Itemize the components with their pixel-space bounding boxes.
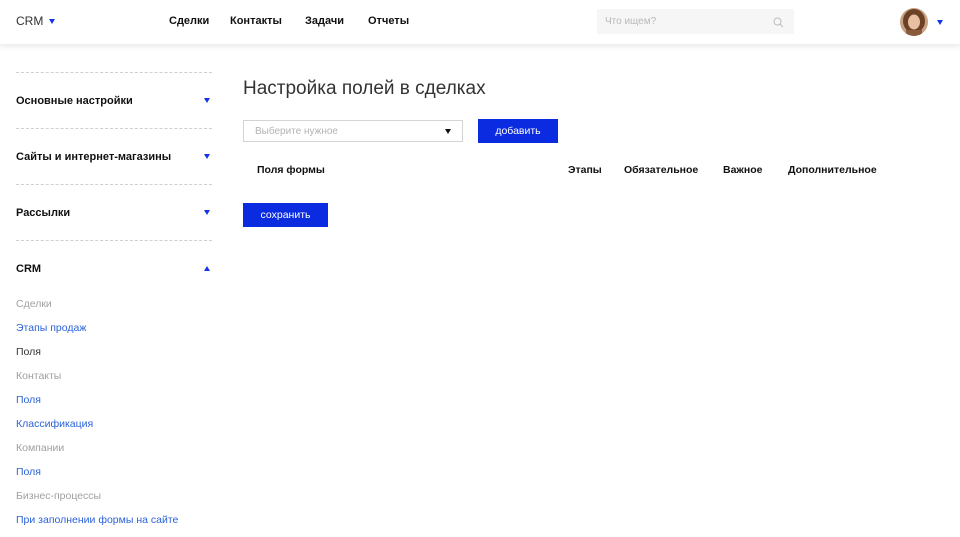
field-select[interactable]: Выберите нужное — [243, 120, 463, 142]
chevron-down-icon[interactable] — [937, 20, 943, 25]
sidebar-item-classification[interactable]: Классификация — [16, 412, 212, 436]
chevron-down-icon — [204, 154, 210, 159]
sidebar-item-contact-fields[interactable]: Поля — [16, 388, 212, 412]
sidebar-group-deals: Сделки — [16, 298, 52, 310]
chevron-down-icon — [49, 18, 56, 24]
sidebar-section-crm[interactable]: CRM — [16, 241, 212, 296]
sidebar-item-company-fields[interactable]: Поля — [16, 460, 212, 484]
column-header-important: Важное — [723, 164, 763, 176]
column-header-required: Обязательное — [624, 164, 699, 176]
top-bar: CRM Сделки Контакты Задачи Отчеты — [0, 0, 960, 44]
sidebar-group-contacts: Контакты — [16, 370, 62, 382]
sidebar-section-basic-settings[interactable]: Основные настройки — [16, 73, 212, 128]
avatar[interactable] — [900, 8, 928, 36]
nav-reports[interactable]: Отчеты — [368, 15, 409, 27]
nav-contacts[interactable]: Контакты — [230, 15, 282, 27]
sidebar-section-label: Сайты и интернет-магазины — [16, 150, 172, 163]
sidebar-item-deal-fields[interactable]: Поля — [16, 340, 212, 364]
sidebar-section-label: Рассылки — [16, 206, 71, 219]
chevron-down-icon — [204, 98, 210, 103]
search-box — [597, 9, 794, 34]
nav-tasks[interactable]: Задачи — [305, 15, 344, 27]
page-title: Настройка полей в сделках — [243, 78, 486, 99]
sidebar-section-sites[interactable]: Сайты и интернет-магазины — [16, 129, 212, 184]
sidebar-item-sales-stages[interactable]: Этапы продаж — [16, 316, 212, 340]
sidebar-item-form-fill[interactable]: При заполнении формы на сайте — [16, 508, 212, 532]
chevron-down-icon — [204, 210, 210, 215]
sidebar-section-label: CRM — [16, 262, 42, 275]
column-header-additional: Дополнительное — [788, 164, 877, 176]
crm-menu[interactable]: CRM — [16, 14, 56, 28]
brand-label: CRM — [16, 14, 44, 28]
search-input[interactable] — [597, 9, 767, 34]
sidebar-group-companies: Компании — [16, 442, 65, 454]
chevron-up-icon — [204, 266, 210, 271]
crm-submenu: Сделки Этапы продаж Поля Контакты Поля К… — [16, 292, 212, 532]
search-icon[interactable] — [773, 15, 784, 33]
column-header-stages: Этапы — [568, 164, 602, 176]
settings-sidebar: Основные настройки Сайты и интернет-мага… — [16, 72, 212, 532]
save-button[interactable]: сохранить — [243, 203, 328, 227]
nav-deals[interactable]: Сделки — [169, 15, 209, 27]
chevron-down-icon — [445, 129, 451, 134]
column-header-form-fields: Поля формы — [257, 164, 325, 176]
sidebar-section-mailings[interactable]: Рассылки — [16, 185, 212, 240]
sidebar-section-label: Основные настройки — [16, 94, 133, 107]
sidebar-group-business-processes: Бизнес-процессы — [16, 490, 102, 502]
add-button[interactable]: добавить — [478, 119, 558, 143]
select-placeholder: Выберите нужное — [255, 125, 338, 137]
